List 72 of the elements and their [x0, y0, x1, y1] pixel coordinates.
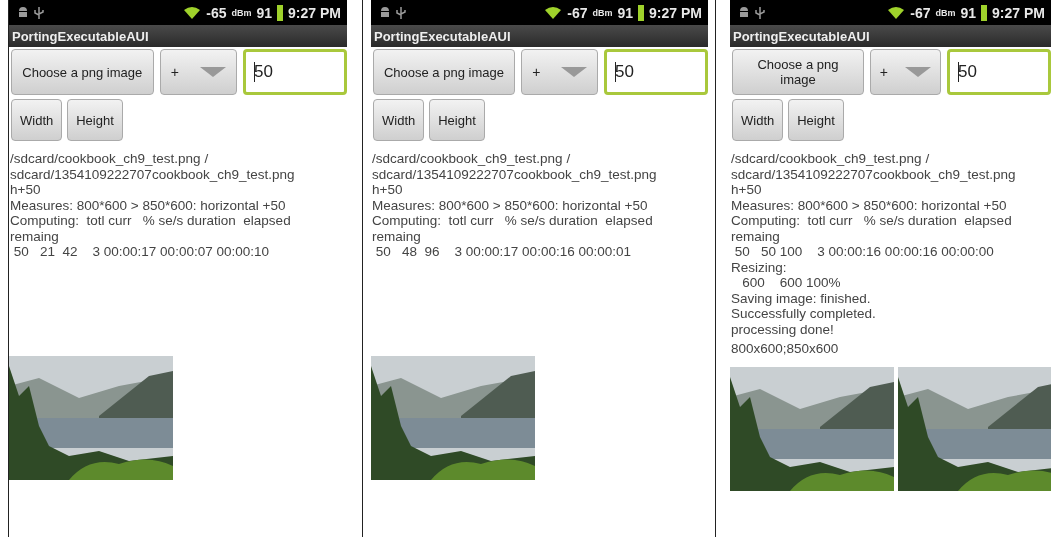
signal-strength: -67	[910, 4, 931, 21]
usb-icon	[34, 5, 44, 20]
log-line: 50 48 96 3 00:00:17 00:00:16 00:00:01	[374, 244, 632, 260]
operator-dropdown[interactable]: +	[520, 49, 598, 95]
log-line: remaing	[372, 228, 422, 244]
dimension-button[interactable]: Height	[788, 99, 844, 141]
result-text: 800x600;850x600	[731, 341, 840, 357]
battery-icon	[981, 4, 988, 21]
usb-icon	[396, 5, 406, 20]
operator-dropdown[interactable]: +	[159, 49, 237, 95]
wifi-icon	[183, 6, 202, 19]
log-line: /sdcard/cookbook_ch9_test.png /	[10, 151, 210, 167]
battery-icon	[638, 4, 645, 21]
signal-unit: dBm	[592, 7, 613, 18]
log-line: sdcard/1354109222707cookbook_ch9_test.png	[731, 166, 1017, 182]
wifi-icon	[887, 6, 906, 19]
log-line: sdcard/1354109222707cookbook_ch9_test.png	[372, 166, 658, 182]
android-icon	[738, 6, 750, 19]
signal-strength: -67	[567, 4, 588, 21]
dimension-button[interactable]: Width	[11, 99, 63, 141]
log-line: processing done!	[731, 321, 835, 337]
clock: 9:27 PM	[288, 4, 341, 21]
log-line: remaing	[10, 228, 60, 244]
battery-icon	[277, 4, 284, 21]
log-line: Saving image: finished.	[731, 290, 872, 306]
dropdown-arrow-icon	[199, 67, 226, 77]
dimension-button[interactable]: Width	[373, 99, 425, 141]
dimension-button[interactable]: Width	[732, 99, 784, 141]
log-line: 600 600 100%	[741, 275, 842, 291]
dropdown-arrow-icon	[905, 67, 932, 77]
dimension-button[interactable]: Height	[67, 99, 123, 141]
android-icon	[379, 6, 391, 19]
signal-strength: -65	[206, 4, 227, 21]
android-icon	[17, 6, 29, 19]
log-line: Computing: totl curr % se/s duration elapsed	[10, 213, 292, 229]
choose-image-button[interactable]: Choose a png image	[373, 49, 515, 95]
log-line: 50 50 100 3 00:00:16 00:00:16 00:00:00	[733, 244, 995, 260]
log-line: Computing: totl curr % se/s duration elapsed	[372, 213, 654, 229]
battery-level: 91	[960, 4, 977, 21]
clock: 9:27 PM	[992, 4, 1045, 21]
app-title: PortingExecutableAUI	[733, 28, 870, 44]
dimension-button[interactable]: Height	[429, 99, 485, 141]
wifi-icon	[544, 6, 563, 19]
log-line: Resizing:	[731, 259, 788, 275]
log-line: Measures: 800*600 > 850*600: horizontal +50	[10, 197, 287, 213]
usb-icon	[755, 5, 765, 20]
log-line: /sdcard/cookbook_ch9_test.png /	[731, 151, 931, 167]
clock: 9:27 PM	[649, 4, 702, 21]
signal-unit: dBm	[935, 7, 956, 18]
log-line: h+50	[10, 182, 42, 198]
log-line: Measures: 800*600 > 850*600: horizontal +50	[372, 197, 649, 213]
battery-level: 91	[617, 4, 634, 21]
log-line: h+50	[731, 182, 763, 198]
amount-input-field[interactable]: 50	[243, 49, 347, 95]
log-line: Successfully completed.	[731, 306, 877, 322]
choose-image-button[interactable]: Choose a png image	[11, 49, 154, 95]
app-title: PortingExecutableAUI	[12, 28, 149, 44]
amount-input-field[interactable]: 50	[947, 49, 1051, 95]
battery-level: 91	[256, 4, 273, 21]
log-line: 50 21 42 3 00:00:17 00:00:07 00:00:10	[12, 244, 270, 260]
log-line: /sdcard/cookbook_ch9_test.png /	[372, 151, 572, 167]
signal-unit: dBm	[231, 7, 252, 18]
log-line: sdcard/1354109222707cookbook_ch9_test.png	[10, 166, 296, 182]
choose-image-button[interactable]: Choose a png image	[732, 49, 864, 95]
log-line: Measures: 800*600 > 850*600: horizontal +50	[731, 197, 1008, 213]
app-title: PortingExecutableAUI	[374, 28, 511, 44]
operator-dropdown[interactable]: +	[869, 49, 941, 95]
amount-input-field[interactable]: 50	[604, 49, 708, 95]
log-line: h+50	[372, 182, 404, 198]
dropdown-arrow-icon	[560, 67, 587, 77]
log-line: Computing: totl curr % se/s duration elapsed	[731, 213, 1013, 229]
log-line: remaing	[731, 228, 781, 244]
